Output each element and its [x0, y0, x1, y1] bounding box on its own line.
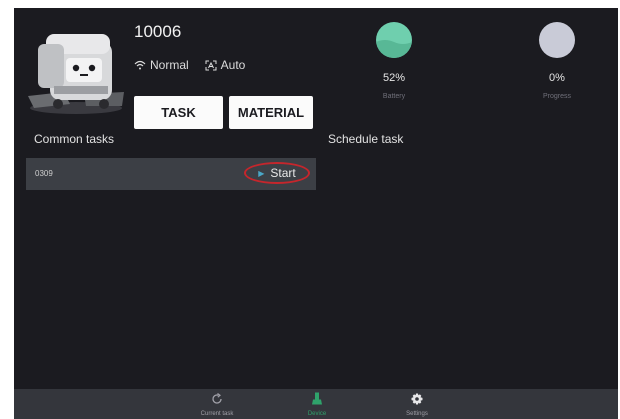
nav-current-task-label: Current task: [200, 411, 234, 417]
bottom-nav: Current task Device Settings: [14, 389, 618, 419]
nav-device-label: Device: [307, 411, 327, 417]
progress-gauge: 0% Progress: [517, 22, 597, 100]
robot-image: [28, 34, 124, 114]
progress-value: 0%: [549, 72, 565, 84]
nav-settings-label: Settings: [406, 411, 428, 417]
start-button[interactable]: ▶ Start: [244, 162, 310, 184]
wifi-icon: [134, 60, 146, 70]
task-name: 0309: [35, 169, 53, 178]
material-button[interactable]: MATERIAL: [229, 96, 313, 129]
nav-device[interactable]: Device: [282, 392, 352, 417]
progress-label: Progress: [542, 93, 571, 100]
gear-icon: [411, 393, 423, 405]
battery-indicator: [376, 22, 412, 58]
nav-current-task[interactable]: Current task: [182, 392, 252, 417]
task-button[interactable]: TASK: [134, 96, 223, 129]
mode-status: Auto: [205, 58, 246, 72]
battery-gauge: 52% Battery: [354, 22, 434, 100]
battery-label: Battery: [382, 93, 406, 100]
start-label: Start: [270, 166, 296, 180]
status-row: Normal Auto: [134, 58, 245, 72]
schedule-task-title: Schedule task: [328, 132, 404, 146]
mode-label: Auto: [220, 58, 246, 72]
play-icon: ▶: [258, 168, 265, 178]
app-screen: 10006 Normal Auto TASK MATERIAL 52% Batt…: [14, 8, 618, 419]
device-id: 10006: [134, 22, 182, 41]
battery-wave: [376, 40, 412, 58]
task-row: 0309 ▶ Start: [26, 158, 316, 190]
common-tasks-title: Common tasks: [34, 132, 115, 146]
refresh-icon: [212, 393, 222, 404]
progress-indicator: [539, 22, 575, 58]
auto-mode-icon: [205, 60, 217, 70]
robot-device-icon: [312, 392, 322, 405]
network-status: Normal: [150, 58, 189, 72]
nav-settings[interactable]: Settings: [382, 392, 452, 417]
battery-value: 52%: [382, 72, 406, 84]
